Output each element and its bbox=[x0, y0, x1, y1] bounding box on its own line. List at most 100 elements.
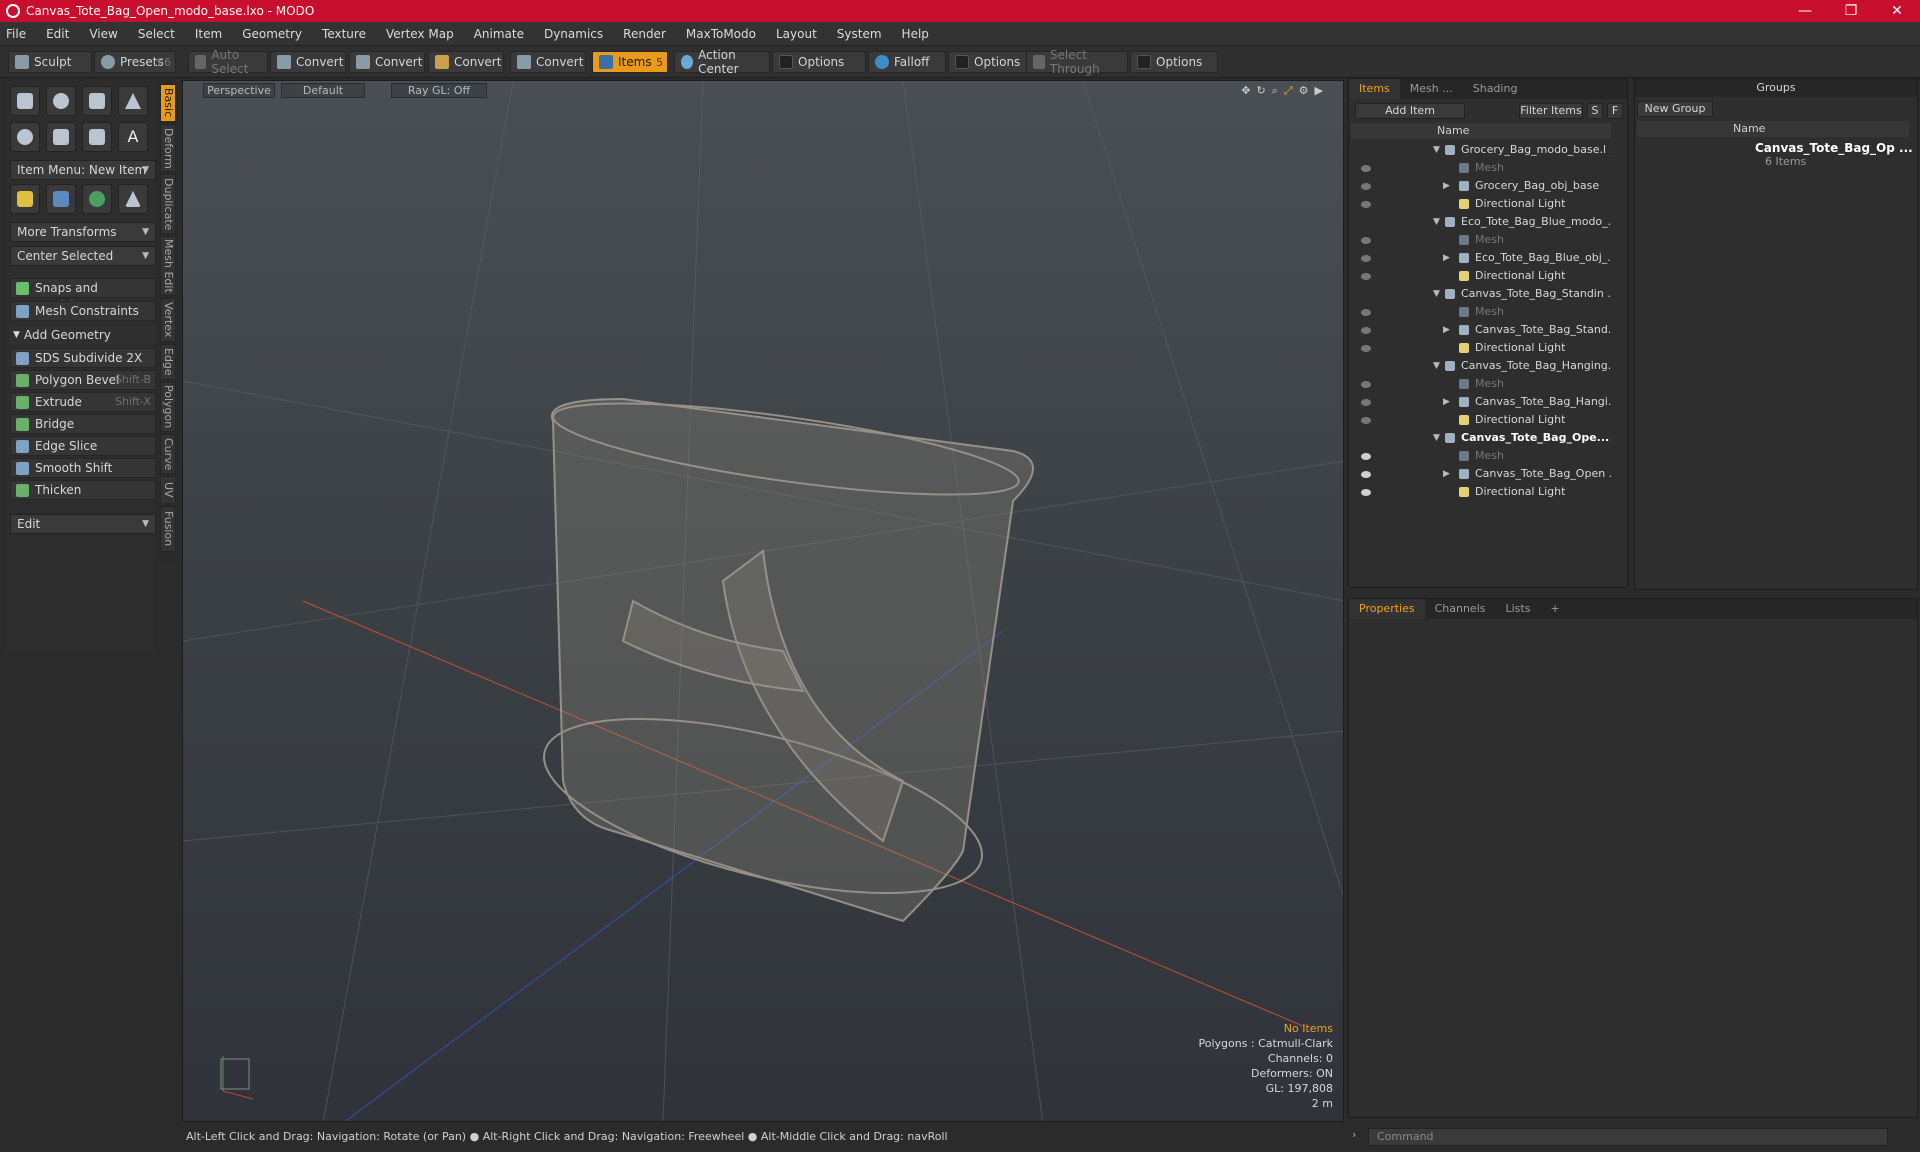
convert-edges-button[interactable]: Convert bbox=[349, 51, 425, 73]
visibility-eye-icon[interactable] bbox=[1361, 255, 1371, 262]
add-geometry-section[interactable]: ▼ Add Geometry bbox=[10, 326, 156, 344]
visibility-eye-icon[interactable] bbox=[1361, 453, 1371, 460]
menu-dynamics[interactable]: Dynamics bbox=[544, 27, 603, 41]
text-tool-button[interactable]: A bbox=[118, 122, 148, 152]
convert-polygons-button[interactable]: Convert bbox=[428, 51, 504, 73]
visibility-eye-icon[interactable] bbox=[1361, 183, 1371, 190]
extrude-button[interactable]: Extrude Shift-X bbox=[10, 392, 156, 412]
minimize-button[interactable]: — bbox=[1782, 0, 1828, 22]
convert-vertices-button[interactable]: Convert bbox=[270, 51, 346, 73]
item-row[interactable]: ▶ Canvas_Tote_Bag_Hangi... bbox=[1349, 393, 1611, 411]
tab-fusion[interactable]: Fusion bbox=[160, 506, 176, 552]
tab-deform[interactable]: Deform bbox=[160, 124, 176, 172]
tab-polygon[interactable]: Polygon bbox=[160, 382, 176, 432]
filter-items-button[interactable]: Filter Items bbox=[1519, 103, 1583, 119]
visibility-eye-icon[interactable] bbox=[1361, 273, 1371, 280]
edit-dropdown[interactable]: Edit ▼ bbox=[10, 514, 156, 534]
action-center-options-button[interactable]: Options bbox=[772, 51, 866, 73]
edge-slice-button[interactable]: Edge Slice bbox=[10, 436, 156, 456]
item-row[interactable]: Mesh bbox=[1349, 159, 1611, 177]
item-row[interactable]: Mesh bbox=[1349, 375, 1611, 393]
sculpt-button[interactable]: Sculpt bbox=[8, 51, 92, 73]
tab-uv[interactable]: UV bbox=[160, 476, 176, 504]
item-menu-dropdown[interactable]: Item Menu: New Item ▼ bbox=[10, 160, 156, 180]
menu-help[interactable]: Help bbox=[902, 27, 929, 41]
collapse-icon[interactable]: ▼ bbox=[1433, 429, 1440, 447]
collapse-icon[interactable]: ▼ bbox=[1433, 357, 1440, 375]
visibility-eye-icon[interactable] bbox=[1361, 345, 1371, 352]
visibility-eye-icon[interactable] bbox=[1361, 165, 1371, 172]
menu-vertex-map[interactable]: Vertex Map bbox=[386, 27, 454, 41]
item-row[interactable]: ▶ Canvas_Tote_Bag_Stand... bbox=[1349, 321, 1611, 339]
tab-properties[interactable]: Properties bbox=[1349, 599, 1425, 619]
tab-mesh-edit[interactable]: Mesh Edit bbox=[160, 236, 176, 296]
menu-maxtomodo[interactable]: MaxToModo bbox=[686, 27, 756, 41]
tab-mesh[interactable]: Mesh ... bbox=[1400, 79, 1463, 99]
item-row[interactable]: ▼ Canvas_Tote_Bag_Ope... bbox=[1349, 429, 1611, 447]
visibility-eye-icon[interactable] bbox=[1361, 471, 1371, 478]
item-row[interactable]: Directional Light bbox=[1349, 195, 1611, 213]
item-row[interactable]: ▼ Eco_Tote_Bag_Blue_modo_... bbox=[1349, 213, 1611, 231]
menu-item[interactable]: Item bbox=[195, 27, 222, 41]
cone-tool-button[interactable] bbox=[118, 86, 148, 116]
sphere-tool-button[interactable] bbox=[46, 86, 76, 116]
tab-edge[interactable]: Edge bbox=[160, 344, 176, 380]
collapse-icon[interactable]: ▼ bbox=[1433, 285, 1440, 303]
tab-channels[interactable]: Channels bbox=[1425, 599, 1496, 619]
mesh-constraints-button[interactable]: Mesh Constraints bbox=[10, 301, 156, 321]
pen-tool-button[interactable] bbox=[46, 122, 76, 152]
maximize-button[interactable]: ❐ bbox=[1828, 0, 1874, 22]
thicken-button[interactable]: Thicken bbox=[10, 480, 156, 500]
tab-vertex[interactable]: Vertex bbox=[160, 298, 176, 342]
visibility-eye-icon[interactable] bbox=[1361, 399, 1371, 406]
close-button[interactable]: ✕ bbox=[1874, 0, 1920, 22]
visibility-eye-icon[interactable] bbox=[1361, 327, 1371, 334]
item-row[interactable]: ▶ Eco_Tote_Bag_Blue_obj_... bbox=[1349, 249, 1611, 267]
sds-subdivide-button[interactable]: SDS Subdivide 2X bbox=[10, 348, 156, 368]
item-row[interactable]: Mesh bbox=[1349, 231, 1611, 249]
visibility-eye-icon[interactable] bbox=[1361, 201, 1371, 208]
item-row[interactable]: Directional Light bbox=[1349, 339, 1611, 357]
action-center-button[interactable]: Action Center bbox=[674, 48, 770, 76]
visibility-eye-icon[interactable] bbox=[1361, 309, 1371, 316]
groups-name-column-header[interactable]: Name bbox=[1733, 121, 1765, 137]
transform-tool-button[interactable] bbox=[10, 184, 40, 214]
auto-select-button[interactable]: Auto Select bbox=[188, 48, 268, 76]
grid-tool-button[interactable] bbox=[46, 184, 76, 214]
menu-view[interactable]: View bbox=[89, 27, 117, 41]
item-row[interactable]: Directional Light bbox=[1349, 267, 1611, 285]
s-toggle-button[interactable]: S bbox=[1587, 103, 1603, 119]
smooth-shift-button[interactable]: Smooth Shift bbox=[10, 458, 156, 478]
menu-edit[interactable]: Edit bbox=[46, 27, 69, 41]
collapse-icon[interactable]: ▼ bbox=[1433, 141, 1440, 159]
item-row[interactable]: Mesh bbox=[1349, 447, 1611, 465]
presets-button[interactable]: Presets F6 bbox=[94, 51, 176, 73]
cube-tool-button[interactable] bbox=[10, 86, 40, 116]
menu-texture[interactable]: Texture bbox=[322, 27, 366, 41]
command-input[interactable]: Command bbox=[1368, 1128, 1888, 1146]
menu-system[interactable]: System bbox=[837, 27, 882, 41]
add-tab-button[interactable]: + bbox=[1540, 599, 1569, 619]
menu-geometry[interactable]: Geometry bbox=[242, 27, 302, 41]
item-row[interactable]: Directional Light bbox=[1349, 483, 1611, 501]
tube-tool-button[interactable] bbox=[82, 122, 112, 152]
menu-file[interactable]: File bbox=[6, 27, 26, 41]
falloff-options-button[interactable]: Options bbox=[948, 51, 1032, 73]
select-through-button[interactable]: Select Through bbox=[1026, 48, 1128, 76]
center-selected-dropdown[interactable]: Center Selected ▼ bbox=[10, 246, 156, 266]
item-row[interactable]: ▼ Canvas_Tote_Bag_Standin ... bbox=[1349, 285, 1611, 303]
menu-animate[interactable]: Animate bbox=[474, 27, 524, 41]
expand-icon[interactable]: ▶ bbox=[1443, 465, 1450, 483]
expand-icon[interactable]: ▶ bbox=[1443, 249, 1450, 267]
visibility-eye-icon[interactable] bbox=[1361, 237, 1371, 244]
tab-lists[interactable]: Lists bbox=[1496, 599, 1541, 619]
visibility-eye-icon[interactable] bbox=[1361, 417, 1371, 424]
menu-render[interactable]: Render bbox=[623, 27, 666, 41]
menu-layout[interactable]: Layout bbox=[776, 27, 817, 41]
visibility-eye-icon[interactable] bbox=[1361, 381, 1371, 388]
3d-viewport[interactable]: Perspective Default Ray GL: Off ✥ ↻ ⌕ ⤢ … bbox=[182, 80, 1344, 1122]
item-row[interactable]: ▼ Grocery_Bag_modo_base.l ... bbox=[1349, 141, 1611, 159]
falloff-button[interactable]: Falloff bbox=[868, 51, 946, 73]
tab-items[interactable]: Items bbox=[1349, 79, 1400, 99]
polygon-bevel-button[interactable]: Polygon Bevel Shift-B bbox=[10, 370, 156, 390]
